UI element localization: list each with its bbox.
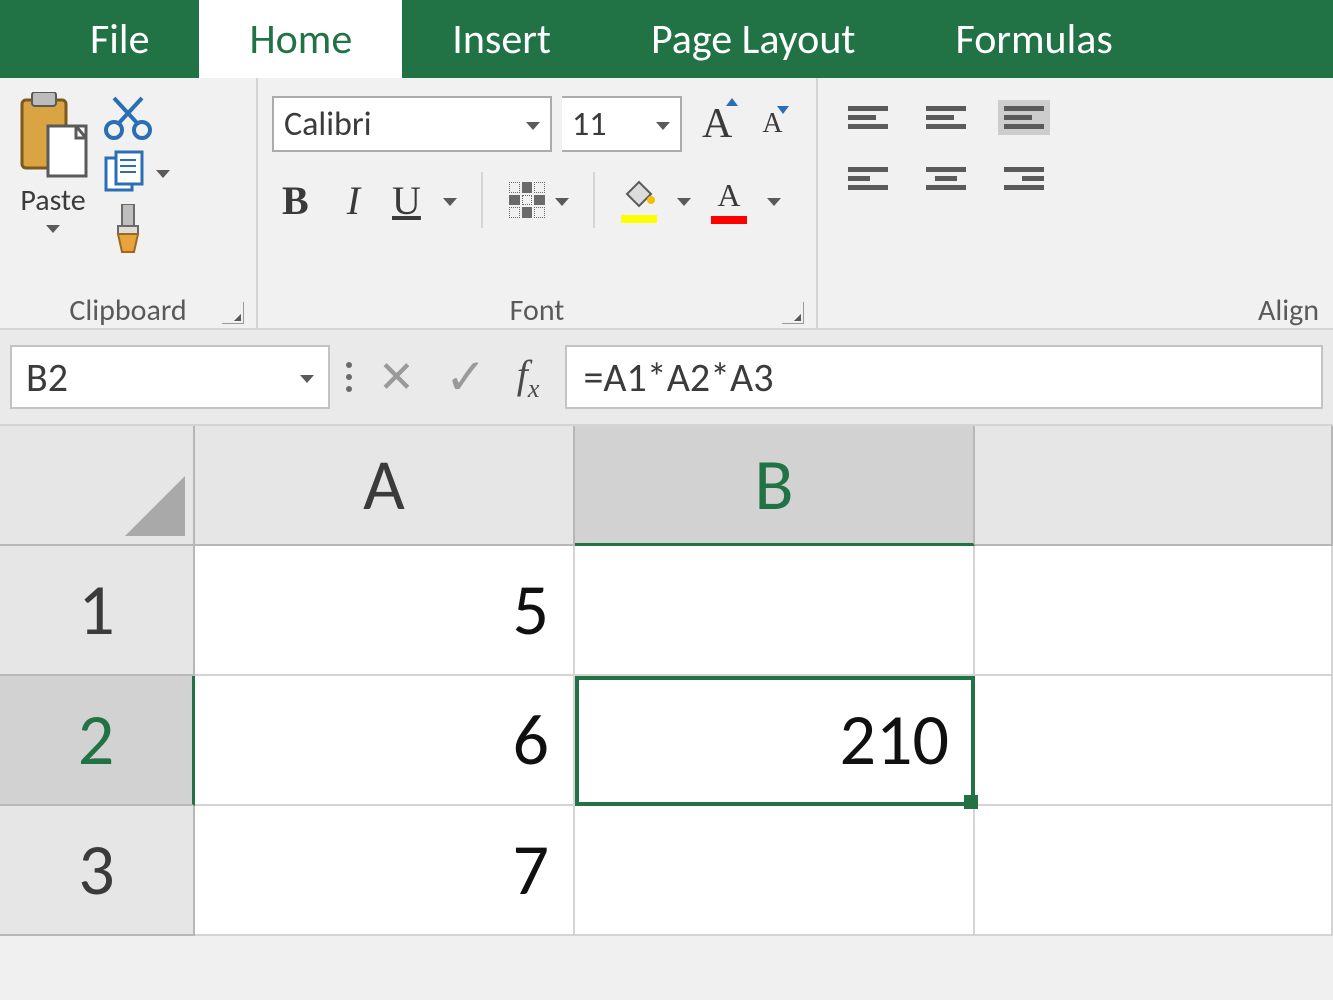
cell-c2[interactable] — [975, 676, 1333, 806]
group-label-clipboard: Clipboard — [8, 292, 248, 328]
fill-color-button[interactable] — [619, 176, 659, 225]
tab-formulas[interactable]: Formulas — [905, 0, 1162, 78]
paintbrush-icon — [104, 204, 152, 254]
tab-file[interactable]: File — [40, 0, 199, 78]
align-center-button[interactable] — [920, 161, 972, 196]
formula-bar-splitter[interactable] — [346, 362, 352, 392]
cell-b2[interactable]: 210 — [575, 676, 975, 806]
borders-icon — [507, 180, 547, 220]
insert-function-button[interactable]: fx — [517, 351, 540, 404]
align-right-button[interactable] — [998, 161, 1050, 196]
row-header-3[interactable]: 3 — [0, 806, 195, 936]
separator — [593, 172, 595, 228]
enter-formula-button[interactable]: ✓ — [445, 347, 487, 408]
font-name-select[interactable]: Calibri — [272, 96, 552, 152]
cancel-formula-button[interactable]: ✕ — [378, 350, 415, 404]
cell-a3[interactable]: 7 — [195, 806, 575, 936]
scissors-icon — [104, 96, 152, 140]
copy-button[interactable] — [104, 150, 170, 194]
formula-bar: B2 ✕ ✓ fx =A1*A2*A3 — [0, 330, 1333, 426]
borders-dropdown-icon[interactable] — [555, 198, 569, 206]
row-header-1[interactable]: 1 — [0, 546, 195, 676]
cell-a1[interactable]: 5 — [195, 546, 575, 676]
copy-dropdown-icon[interactable] — [156, 170, 170, 178]
format-painter-button[interactable] — [104, 204, 170, 254]
name-box-value: B2 — [26, 353, 68, 402]
align-top-button[interactable] — [842, 100, 894, 135]
align-bottom-button[interactable] — [998, 100, 1050, 135]
formula-input[interactable]: =A1*A2*A3 — [565, 345, 1323, 409]
group-label-font: Font — [266, 292, 808, 328]
font-color-dropdown-icon[interactable] — [767, 198, 781, 206]
tab-home[interactable]: Home — [199, 0, 402, 78]
font-color-button[interactable]: A — [709, 175, 749, 226]
font-launcher-icon[interactable] — [782, 302, 804, 324]
paste-dropdown-icon[interactable] — [46, 225, 60, 233]
font-color-icon: A — [711, 177, 747, 214]
increase-font-icon: A — [702, 101, 732, 147]
group-alignment: Align — [818, 78, 1333, 328]
clipboard-paste-icon — [14, 92, 92, 180]
cell-b3[interactable] — [575, 806, 975, 936]
cell-c3[interactable] — [975, 806, 1333, 936]
formula-value: =A1*A2*A3 — [583, 353, 773, 402]
copy-icon — [104, 150, 148, 194]
decrease-font-button[interactable]: A — [752, 102, 792, 146]
group-label-alignment: Align — [826, 292, 1325, 328]
spreadsheet-grid: A B 1 5 2 6 210 3 7 — [0, 426, 1333, 936]
column-header-c[interactable] — [975, 426, 1333, 546]
underline-button[interactable]: U — [388, 173, 425, 228]
increase-font-button[interactable]: A — [692, 94, 742, 154]
select-all-corner[interactable] — [0, 426, 195, 546]
group-clipboard: Paste — [0, 78, 258, 328]
font-size-dropdown-icon[interactable] — [656, 122, 670, 130]
row-header-2[interactable]: 2 — [0, 676, 195, 806]
paste-label: Paste — [20, 182, 85, 219]
font-size-select[interactable]: 11 — [562, 96, 682, 152]
cell-b1[interactable] — [575, 546, 975, 676]
bucket-icon — [621, 178, 657, 208]
font-size-value: 11 — [572, 104, 606, 145]
ribbon-body: Paste — [0, 78, 1333, 330]
align-left-button[interactable] — [842, 161, 894, 196]
font-name-value: Calibri — [284, 104, 372, 145]
italic-button[interactable]: I — [337, 173, 370, 228]
column-header-b[interactable]: B — [575, 426, 975, 546]
tab-insert[interactable]: Insert — [402, 0, 601, 78]
name-box[interactable]: B2 — [10, 345, 330, 409]
column-header-a[interactable]: A — [195, 426, 575, 546]
name-box-dropdown-icon[interactable] — [300, 375, 314, 383]
ribbon-tab-strip: File Home Insert Page Layout Formulas — [0, 0, 1333, 78]
bold-button[interactable]: B — [272, 173, 319, 228]
group-font: Calibri 11 A A B I U — [258, 78, 818, 328]
underline-dropdown-icon[interactable] — [443, 198, 457, 206]
cell-a2[interactable]: 6 — [195, 676, 575, 806]
fill-dropdown-icon[interactable] — [677, 198, 691, 206]
tab-page-layout[interactable]: Page Layout — [601, 0, 906, 78]
clipboard-launcher-icon[interactable] — [222, 302, 244, 324]
borders-button[interactable] — [507, 180, 569, 220]
align-middle-button[interactable] — [920, 100, 972, 135]
cell-c1[interactable] — [975, 546, 1333, 676]
separator — [481, 172, 483, 228]
font-name-dropdown-icon[interactable] — [526, 122, 540, 130]
cut-button[interactable] — [104, 96, 170, 140]
paste-button[interactable]: Paste — [8, 92, 98, 233]
